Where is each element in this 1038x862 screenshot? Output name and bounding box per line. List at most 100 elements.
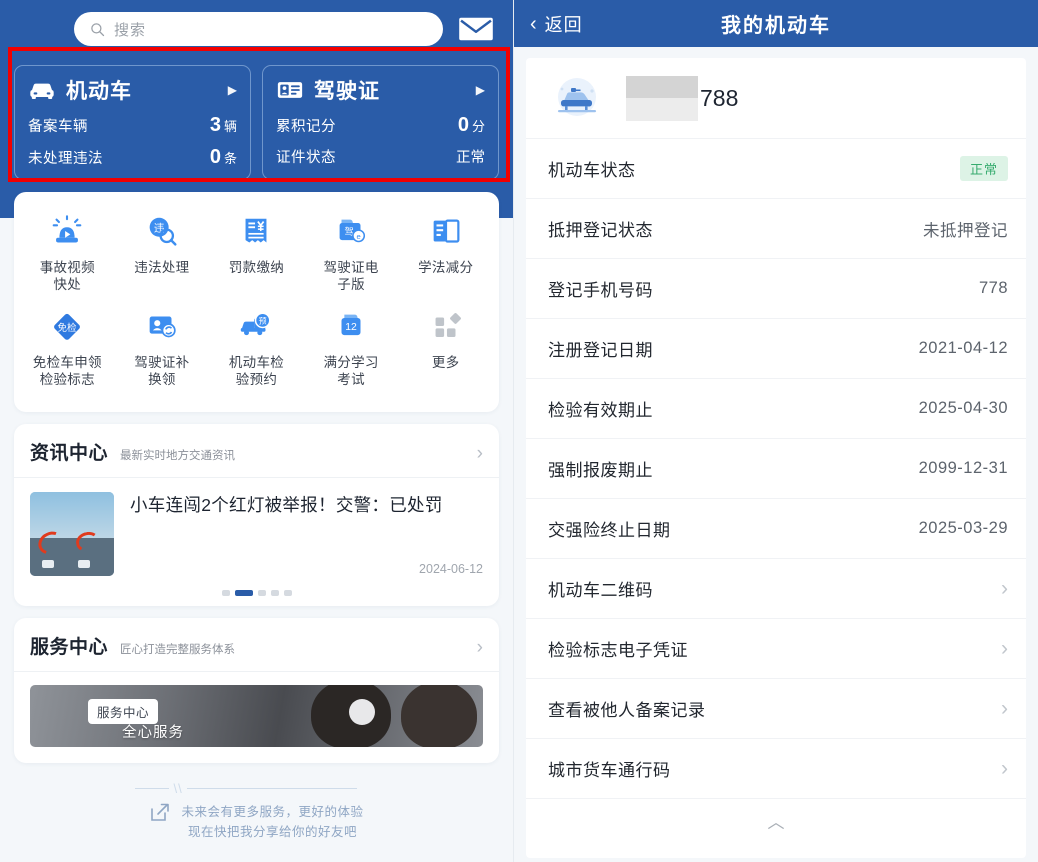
detail-row-vehicle-status: 机动车状态 正常 — [526, 138, 1026, 198]
row-value: 0分 — [458, 114, 485, 137]
row-unit: 辆 — [224, 119, 237, 134]
carousel-dot[interactable] — [258, 590, 266, 596]
quick-action-more[interactable]: 更多 — [398, 303, 493, 398]
row-label: 交强险终止日期 — [548, 516, 671, 541]
row-label: 注册登记日期 — [548, 336, 653, 361]
plate-visible-digits: 788 — [700, 85, 738, 112]
quick-action-label: 违法处理 — [134, 259, 189, 276]
news-center-title: 资讯中心 — [30, 438, 108, 465]
vehicle-summary-card[interactable]: 机动车 ▶ 备案车辆 3辆 未处理违法 0条 — [14, 65, 251, 180]
license-summary-card[interactable]: 驾驶证 ▶ 累积记分 0分 证件状态 正常 — [262, 65, 499, 180]
back-button[interactable]: ‹ 返回 — [530, 11, 583, 37]
quick-action-study-law[interactable]: 学法减分 — [398, 208, 493, 303]
news-headline: 小车连闯2个红灯被举报！交警：已处罚 — [130, 492, 483, 519]
quick-action-accident-video[interactable]: 事故视频快处 — [20, 208, 115, 303]
news-item[interactable]: 小车连闯2个红灯被举报！交警：已处罚 2024-06-12 — [14, 478, 499, 582]
detail-row-registration-date: 注册登记日期 2021-04-12 — [526, 318, 1026, 378]
vehicle-card-header: 机动车 ▶ — [28, 75, 237, 105]
page-title: 我的机动车 — [514, 9, 1038, 38]
quick-action-violation-handling[interactable]: 违 违法处理 — [115, 208, 210, 303]
carousel-dot[interactable] — [222, 590, 230, 596]
service-banner-subtitle: 全心服务 — [122, 721, 184, 742]
news-text: 小车连闯2个红灯被举报！交警：已处罚 2024-06-12 — [130, 492, 483, 576]
chevron-up-icon: ︿ — [768, 808, 785, 833]
carousel-dot[interactable] — [271, 590, 279, 596]
svg-text:12: 12 — [345, 322, 357, 333]
news-center-header[interactable]: 资讯中心 最新实时地方交通资讯 › — [14, 424, 499, 478]
row-label: 证件状态 — [276, 146, 336, 167]
chevron-right-icon: › — [1001, 643, 1008, 655]
quick-action-license-renewal[interactable]: 驾驶证补换领 — [115, 303, 210, 398]
vehicle-card-row-violations: 未处理违法 0条 — [28, 146, 237, 169]
quick-action-label: 更多 — [432, 354, 460, 371]
search-placeholder: 搜索 — [114, 19, 146, 40]
detail-row-vehicle-qr-code[interactable]: 机动车二维码 › — [526, 558, 1026, 618]
service-center-title: 服务中心 — [30, 632, 108, 659]
status-badge: 正常 — [960, 156, 1008, 181]
row-value: 3辆 — [210, 114, 237, 137]
collapse-button[interactable]: ︿ — [526, 798, 1026, 842]
quick-actions-grid: 事故视频快处 违 违法处理 — [14, 192, 499, 412]
quick-action-e-license[interactable]: 驾 e 驾驶证电子版 — [304, 208, 399, 303]
exempt-inspection-badge-icon: 免检 — [46, 307, 88, 347]
quick-actions-row-1: 事故视频快处 违 违法处理 — [20, 208, 493, 303]
footer-share: \\ 未来会有更多服务，更好的体验 现在快把我分享给你的好友吧 — [0, 781, 513, 842]
hero-cards: 机动车 ▶ 备案车辆 3辆 未处理违法 0条 — [0, 58, 513, 180]
service-center-header[interactable]: 服务中心 匠心打造完整服务体系 › — [14, 618, 499, 672]
license-card-title: 驾驶证 — [314, 75, 466, 105]
quick-actions-row-2: 免检 免检车申领检验标志 — [20, 303, 493, 398]
quick-action-fine-payment[interactable]: 罚款缴纳 — [209, 208, 304, 303]
footer-divider: \\ — [135, 781, 363, 796]
service-banner-wrap[interactable]: 服务中心 全心服务 — [14, 672, 499, 763]
chevron-right-icon: › — [1001, 763, 1008, 775]
quick-action-label: 驾驶证电子版 — [323, 259, 378, 293]
search-input[interactable]: 搜索 — [74, 12, 443, 46]
chevron-right-icon[interactable]: › — [477, 449, 483, 459]
plate-redaction-mask — [626, 76, 698, 121]
share-box-arrow-icon[interactable] — [149, 801, 171, 823]
top-bar: 搜索 — [0, 0, 513, 58]
row-value: 正常 — [456, 146, 485, 167]
police-car-illustration-icon — [548, 75, 606, 121]
footer-line-1: 未来会有更多服务，更好的体验 — [181, 802, 363, 822]
my-vehicle-panel: ‹ 返回 我的机动车 — [513, 0, 1038, 862]
vehicle-plate: 788 — [626, 76, 738, 121]
quick-action-inspection-booking[interactable]: 预 机动车检验预约 — [209, 303, 304, 398]
violation-search-icon: 违 — [141, 212, 183, 252]
vehicle-card-row-registered: 备案车辆 3辆 — [28, 114, 237, 137]
car-front-icon — [28, 78, 56, 102]
footer-inner: \\ 未来会有更多服务，更好的体验 现在快把我分享给你的好友吧 — [149, 781, 363, 842]
row-label: 机动车状态 — [548, 156, 636, 181]
row-value: 未抵押登记 — [923, 217, 1008, 241]
quick-action-exempt-inspection[interactable]: 免检 免检车申领检验标志 — [20, 303, 115, 398]
service-center-subtitle: 匠心打造完整服务体系 — [120, 641, 477, 657]
detail-row-phone: 登记手机号码 778 — [526, 258, 1026, 318]
carousel-dots[interactable] — [14, 582, 499, 606]
carousel-dot-active[interactable] — [235, 590, 253, 596]
back-label: 返回 — [545, 11, 583, 37]
detail-row-inspection-certificate[interactable]: 检验标志电子凭证 › — [526, 618, 1026, 678]
quick-action-full-score-study[interactable]: 12 满分学习考试 — [304, 303, 399, 398]
vehicle-inspection-booking-icon: 预 — [235, 307, 277, 347]
row-unit: 分 — [472, 119, 485, 134]
row-value: 2099-12-31 — [919, 459, 1008, 478]
detail-row-insurance-end-date: 交强险终止日期 2025-03-29 — [526, 498, 1026, 558]
e-license-wallet-icon: 驾 e — [330, 212, 372, 252]
license-card-row-status: 证件状态 正常 — [276, 146, 485, 167]
chevron-right-icon[interactable]: › — [477, 643, 483, 653]
detail-row-scrap-deadline: 强制报废期止 2099-12-31 — [526, 438, 1026, 498]
license-renewal-icon — [141, 307, 183, 347]
row-label: 检验有效期止 — [548, 396, 653, 421]
quick-action-label: 免检车申领检验标志 — [33, 354, 102, 388]
row-value: 0条 — [210, 146, 237, 169]
fine-payment-receipt-icon — [235, 212, 277, 252]
detail-row-city-truck-pass-code[interactable]: 城市货车通行码 › — [526, 738, 1026, 798]
row-label: 未处理违法 — [28, 147, 103, 168]
vehicle-identity-row: 788 — [526, 58, 1026, 138]
detail-row-filed-by-others[interactable]: 查看被他人备案记录 › — [526, 678, 1026, 738]
row-label: 备案车辆 — [28, 115, 88, 136]
carousel-dot[interactable] — [284, 590, 292, 596]
footer-line-2: 现在快把我分享给你的好友吧 — [181, 822, 363, 842]
chevron-right-icon: › — [1001, 583, 1008, 595]
mail-envelope-icon[interactable] — [457, 15, 495, 43]
